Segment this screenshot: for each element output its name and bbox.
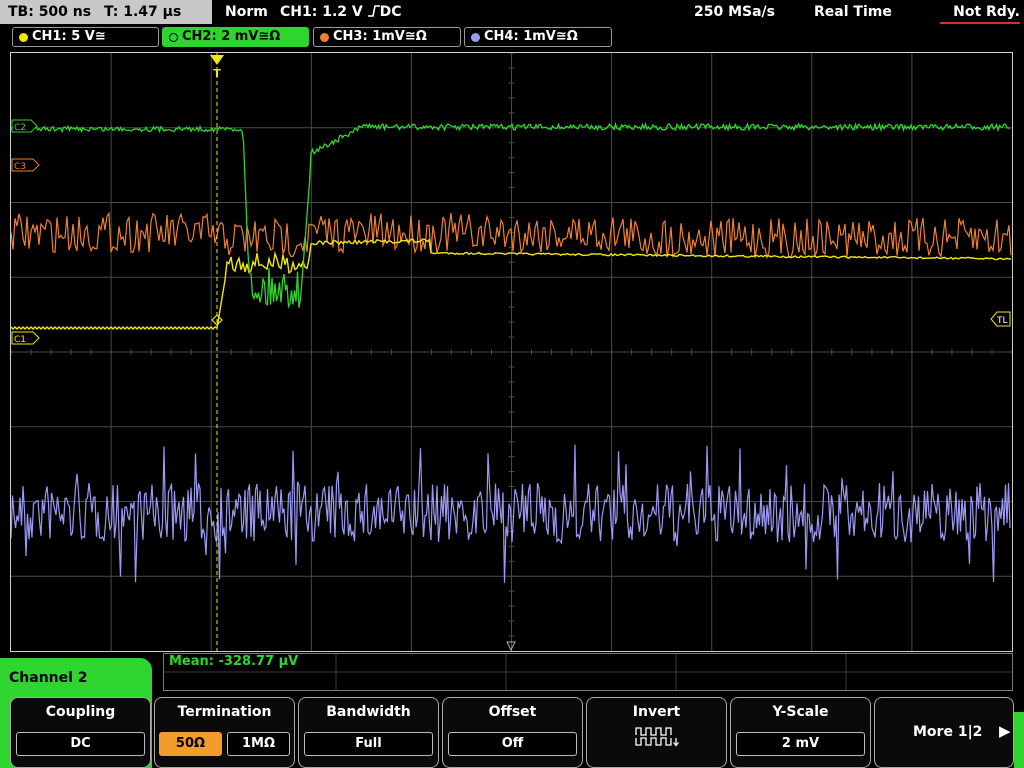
coupling-softkey[interactable]: Coupling DC — [10, 697, 151, 768]
mean-measurement: Mean: -328.77 µV — [169, 654, 299, 669]
more-softkey[interactable]: More 1|2 ▶ — [874, 697, 1014, 768]
rising-edge-icon — [367, 1, 380, 17]
acquisition-state: Not Rdy. — [953, 4, 1020, 20]
trigger-source-status[interactable]: CH1: 1.2 V DC — [280, 0, 402, 24]
c3-marker-label: C3 — [14, 162, 26, 172]
termination-title: Termination — [177, 704, 272, 720]
c2-marker-label: C2 — [14, 123, 26, 133]
tab-ch3-label: CH3: 1mV≅Ω — [333, 29, 427, 44]
menu-edge-accent — [1014, 712, 1024, 768]
offset-value[interactable]: Off — [448, 732, 577, 756]
ch1-color-dot — [19, 32, 28, 42]
termination-50ohm-option[interactable]: 50Ω — [159, 732, 222, 756]
trigger-level-marker: TL — [990, 311, 1011, 327]
ch3-color-dot — [320, 32, 329, 42]
coupling-value[interactable]: DC — [16, 732, 145, 756]
coupling-title: Coupling — [45, 704, 116, 720]
termination-1mohm-option[interactable]: 1MΩ — [227, 732, 290, 756]
tab-ch4[interactable]: CH4: 1mV≅Ω — [464, 27, 612, 47]
yscale-value[interactable]: 2 mV — [736, 732, 865, 756]
offset-softkey[interactable]: Offset Off — [442, 697, 583, 768]
termination-softkey[interactable]: Termination 50Ω 1MΩ — [154, 697, 295, 768]
c1-level-marker: C1 — [11, 331, 40, 345]
bandwidth-value[interactable]: Full — [304, 732, 433, 756]
invert-softkey[interactable]: Invert — [586, 697, 727, 768]
trigger-source-value: CH1: 1.2 V — [280, 4, 363, 20]
yscale-title: Y-Scale — [772, 704, 829, 720]
tab-ch4-label: CH4: 1mV≅Ω — [484, 29, 578, 44]
ch2-waveform — [11, 121, 1011, 309]
invert-title: Invert — [632, 704, 681, 720]
ch4-color-dot — [471, 32, 480, 42]
tab-ch1[interactable]: CH1: 5 V≅ — [12, 27, 159, 47]
more-label: More 1|2 — [913, 724, 983, 740]
tab-ch2[interactable]: CH2: 2 mV≅Ω — [162, 27, 309, 47]
timebase-value: TB: 500 ns — [8, 4, 92, 20]
c3-level-marker: C3 — [11, 158, 40, 172]
tab-ch2-label: CH2: 2 mV≅Ω — [182, 29, 281, 44]
trigger-marker-label: T — [213, 67, 221, 80]
trigger-mode-status[interactable]: Norm — [225, 0, 268, 24]
invert-waveform-icon — [635, 726, 681, 752]
timebase-status[interactable]: TB: 500 ns T: 1.47 µs — [0, 0, 212, 24]
trigger-level-label: TL — [996, 316, 1008, 326]
waveform-display[interactable]: T C2 C3 C1 TL — [10, 52, 1013, 652]
state-underline — [940, 22, 1020, 24]
offset-title: Offset — [488, 704, 537, 720]
tab-ch3[interactable]: CH3: 1mV≅Ω — [313, 27, 461, 47]
trigger-coupling-value: DC — [379, 4, 402, 20]
ch4-waveform — [11, 444, 1011, 583]
more-arrow-icon: ▶ — [999, 722, 1011, 740]
c2-level-marker: C2 — [11, 119, 38, 133]
trigger-marker: T — [210, 55, 224, 80]
tab-ch1-label: CH1: 5 V≅ — [32, 29, 106, 44]
bandwidth-title: Bandwidth — [326, 704, 411, 720]
acquisition-mode-status[interactable]: Real Time — [814, 0, 892, 24]
c1-marker-label: C1 — [14, 335, 26, 345]
trigger-time-value: T: 1.47 µs — [103, 4, 182, 20]
channel-menu-title: Channel 2 — [9, 670, 88, 686]
sample-rate-status: 250 MSa/s — [694, 4, 776, 20]
grid-lines — [11, 53, 1012, 651]
yscale-softkey[interactable]: Y-Scale 2 mV — [730, 697, 871, 768]
ch2-color-dot — [169, 32, 178, 42]
bandwidth-softkey[interactable]: Bandwidth Full — [298, 697, 439, 768]
waveform-canvas: T C2 C3 C1 TL — [11, 53, 1012, 651]
